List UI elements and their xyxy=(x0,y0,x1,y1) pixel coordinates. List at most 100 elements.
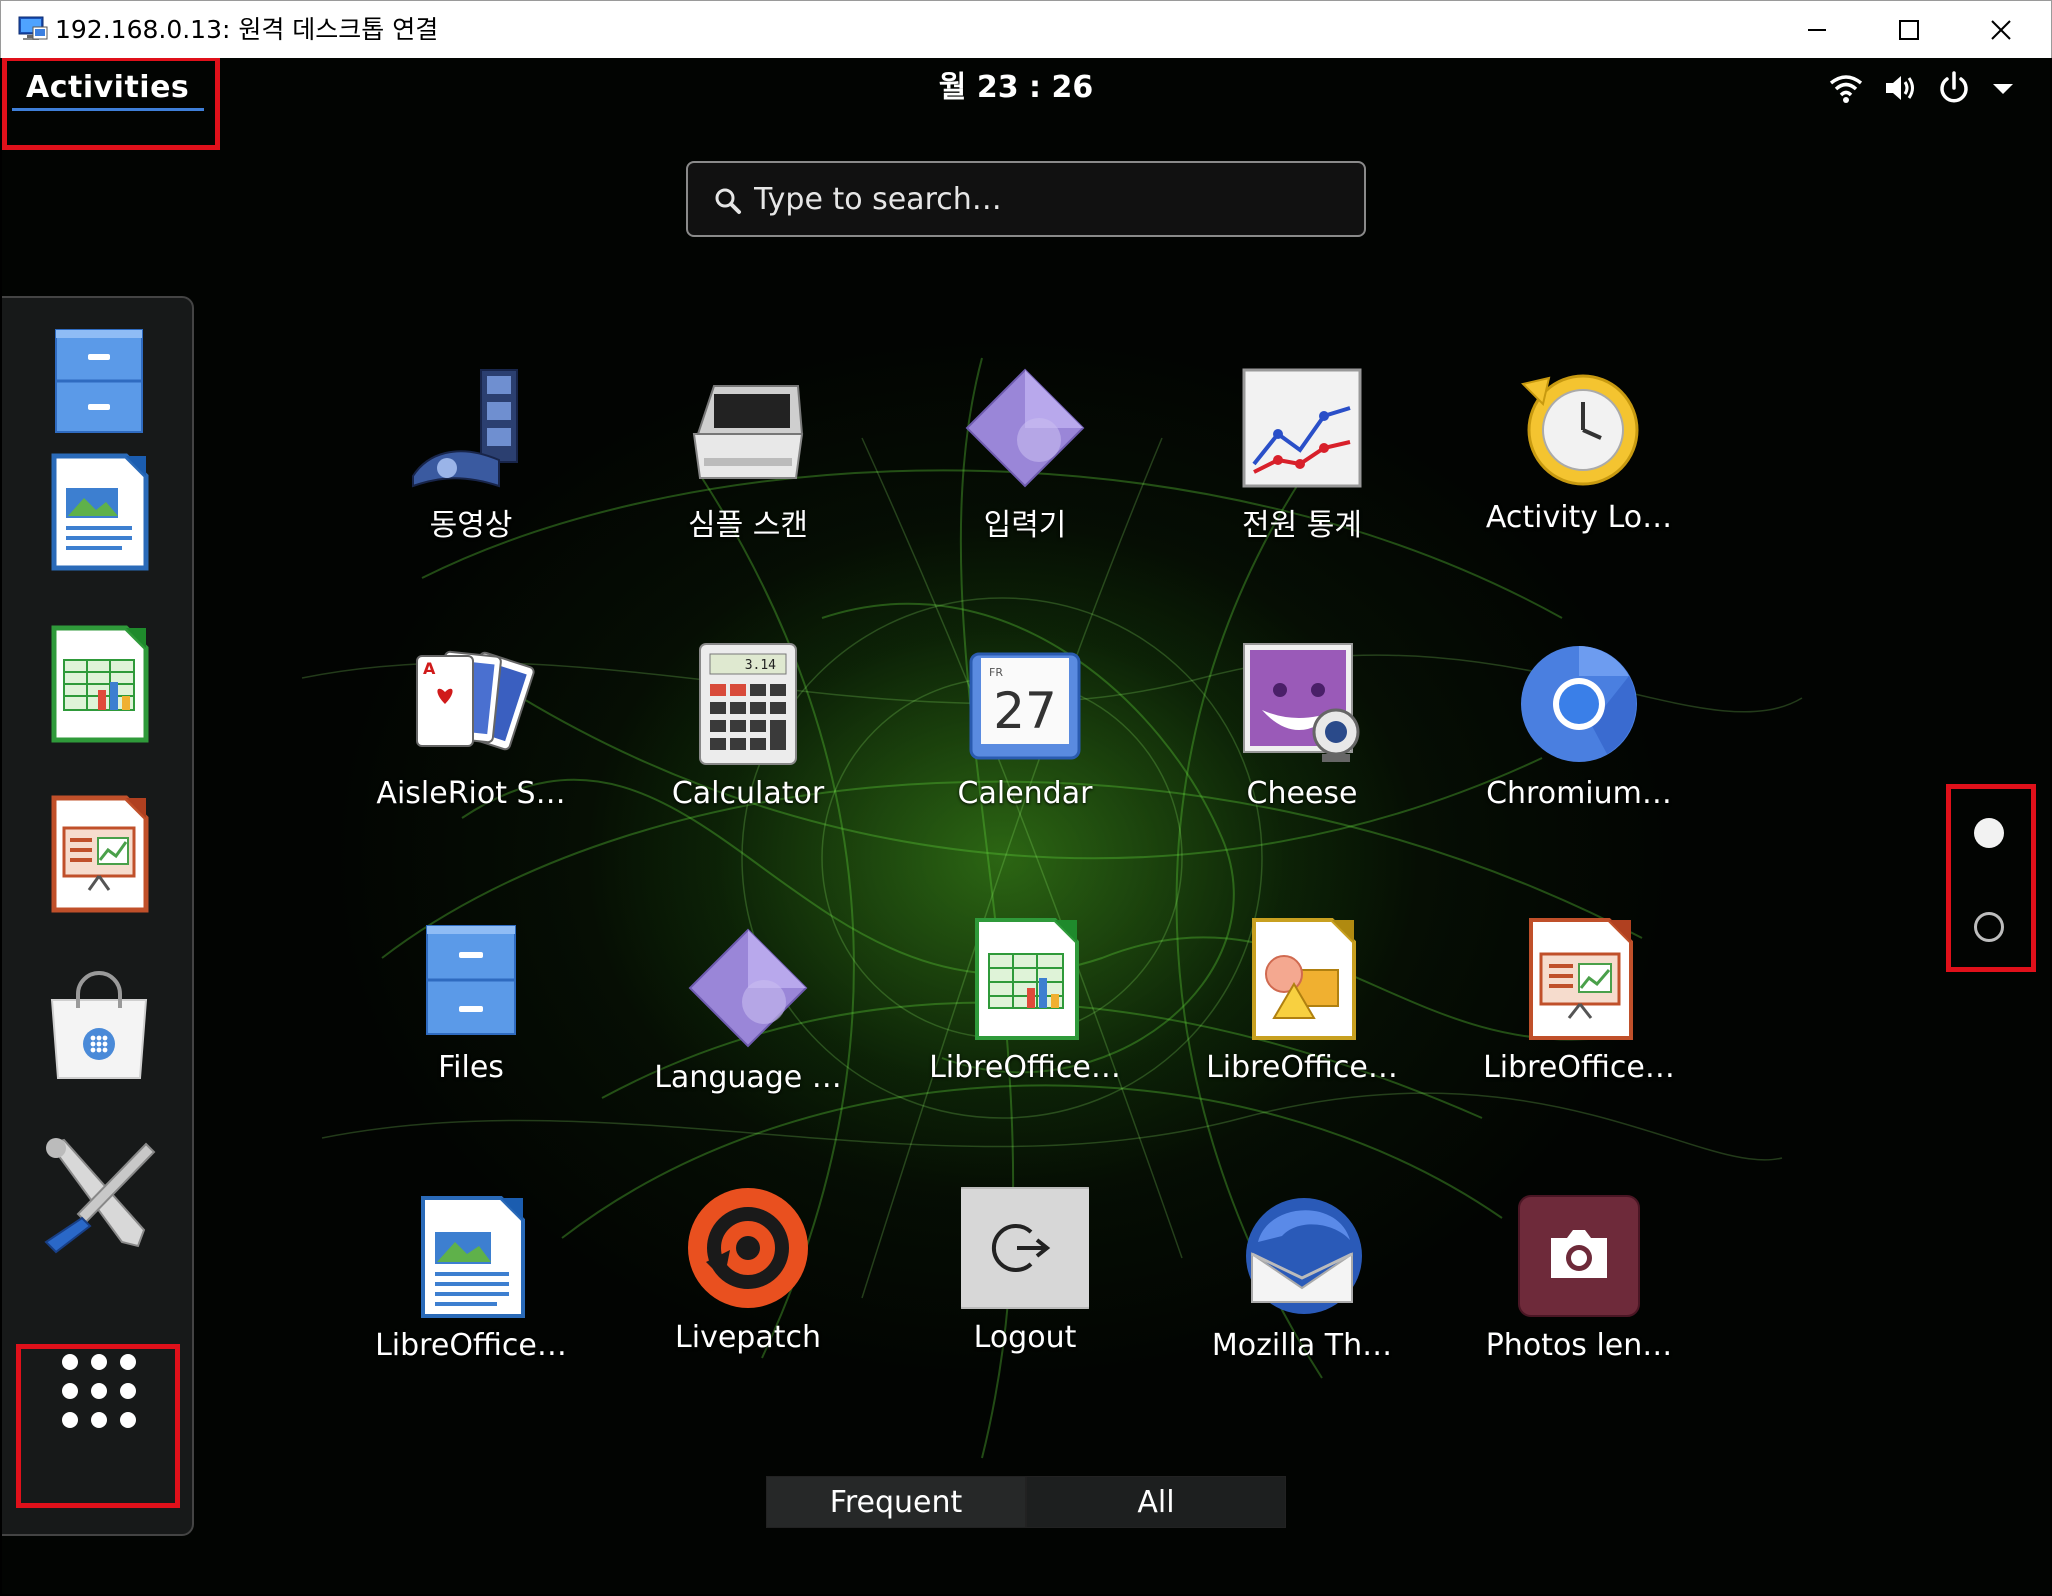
remote-desktop-icon xyxy=(18,16,48,40)
calendar-month: FR xyxy=(989,666,1003,679)
app-label: Livepatch xyxy=(675,1320,821,1355)
writer-document-icon xyxy=(51,453,149,571)
clock[interactable]: 월 23 : 26 xyxy=(2,58,2050,118)
svg-text:A: A xyxy=(423,659,436,678)
app-calendar[interactable]: FR 27 Calendar xyxy=(890,640,1160,870)
app-cheese[interactable]: Cheese xyxy=(1167,640,1437,870)
app-label: Photos len… xyxy=(1485,1328,1673,1363)
minimize-button[interactable] xyxy=(1771,1,1863,59)
highlight-page-indicators xyxy=(1946,784,2036,972)
dash-item-writer[interactable] xyxy=(26,438,172,584)
maximize-button[interactable] xyxy=(1863,1,1955,59)
volume-icon xyxy=(1886,76,1914,100)
app-label: Logout xyxy=(973,1320,1077,1355)
scanner-icon xyxy=(692,385,804,479)
app-label: Cheese xyxy=(1246,776,1358,811)
app-label: Activity Lo… xyxy=(1485,500,1673,535)
highlight-activities xyxy=(2,58,220,150)
app-libreoffice-draw[interactable]: LibreOffice… xyxy=(1167,914,1437,1144)
app-label: Language … xyxy=(654,1060,842,1095)
app-aisleriot[interactable]: A AisleRiot S… xyxy=(336,640,606,870)
search-box[interactable] xyxy=(686,161,1366,237)
cheese-webcam-icon xyxy=(1243,643,1360,762)
status-menu[interactable] xyxy=(1828,68,2016,108)
app-livepatch[interactable]: Livepatch xyxy=(613,1184,883,1414)
view-selector: Frequent All xyxy=(766,1476,1286,1528)
livepatch-icon xyxy=(688,1188,808,1308)
dash-item-files[interactable] xyxy=(26,308,172,454)
app-label: Calculator xyxy=(671,776,825,811)
gnome-top-bar: Activities 월 23 : 26 xyxy=(2,58,2050,118)
app-label: 심플 스캔 xyxy=(688,508,808,543)
close-button[interactable] xyxy=(1955,1,2047,59)
app-label: 전원 통계 xyxy=(1242,508,1362,543)
power-icon xyxy=(1940,71,1968,103)
app-label: Files xyxy=(438,1050,504,1085)
minimize-icon xyxy=(1808,29,1826,31)
input-method-icon xyxy=(965,368,1085,488)
app-label: 입력기 xyxy=(983,508,1067,543)
clock-label: 월 23 : 26 xyxy=(938,70,1094,105)
calculator-display: 3.14 xyxy=(745,658,776,673)
app-label: 동영상 xyxy=(429,508,513,543)
impress-presentation-icon xyxy=(51,795,149,913)
wrench-screwdriver-icon xyxy=(44,1138,156,1254)
app-simple-scan[interactable]: 심플 스캔 xyxy=(613,364,883,594)
draw-shapes-icon xyxy=(1252,918,1356,1040)
dash-item-software[interactable] xyxy=(26,952,172,1098)
tab-all[interactable]: All xyxy=(1026,1476,1286,1528)
wifi-icon xyxy=(1829,75,1863,103)
app-label: LibreOffice… xyxy=(1206,1050,1398,1085)
remote-desktop-view: Activities 월 23 : 26 Type to search… 동영상… xyxy=(2,58,2050,1594)
activity-log-icon xyxy=(1521,374,1639,486)
window-title: 192.168.0.13: 원격 데스크톱 연결 xyxy=(55,15,439,44)
film-reel-icon xyxy=(412,369,518,488)
chevron-down-icon xyxy=(1993,84,2013,94)
app-libreoffice-writer[interactable]: LibreOffice… xyxy=(336,1192,606,1422)
app-power-statistics[interactable]: 전원 통계 xyxy=(1167,364,1437,594)
calendar-day: 27 xyxy=(993,682,1057,740)
app-label: LibreOffice… xyxy=(375,1328,567,1363)
playing-cards-icon: A xyxy=(416,650,535,751)
file-cabinet-icon xyxy=(426,925,516,1035)
thunderbird-icon xyxy=(1246,1198,1362,1314)
app-logout[interactable]: Logout xyxy=(890,1184,1160,1414)
app-files[interactable]: Files xyxy=(336,914,606,1144)
calculator-icon: 3.14 xyxy=(699,643,797,765)
calc-spreadsheet-icon xyxy=(975,918,1079,1040)
close-icon xyxy=(1991,20,2011,40)
app-photos[interactable]: Photos len… xyxy=(1444,1192,1714,1422)
app-videos[interactable]: 동영상 xyxy=(336,364,606,594)
app-label: LibreOffice… xyxy=(1483,1050,1675,1085)
app-input-method[interactable]: 입력기 xyxy=(890,364,1160,594)
app-label: Chromium… xyxy=(1486,776,1672,811)
app-label: AisleRiot S… xyxy=(376,776,566,811)
chromium-icon xyxy=(1521,646,1637,762)
app-calculator[interactable]: 3.14 Calculator xyxy=(613,640,883,870)
impress-presentation-icon xyxy=(1529,918,1633,1040)
search-input[interactable] xyxy=(754,163,1344,235)
app-libreoffice-calc[interactable]: LibreOffice… xyxy=(890,914,1160,1144)
dash-item-settings[interactable] xyxy=(26,1122,172,1268)
logout-icon xyxy=(952,1187,1098,1309)
file-cabinet-icon xyxy=(55,329,143,433)
dash-item-calc[interactable] xyxy=(26,610,172,756)
app-label: Mozilla Th… xyxy=(1211,1328,1393,1363)
tab-frequent[interactable]: Frequent xyxy=(766,1476,1026,1528)
app-language-support[interactable]: Language … xyxy=(613,924,883,1154)
calendar-icon: FR 27 xyxy=(969,652,1081,760)
app-label: Calendar xyxy=(957,776,1093,811)
camera-icon xyxy=(1518,1195,1640,1317)
window-titlebar: 192.168.0.13: 원격 데스크톱 연결 xyxy=(0,0,2052,58)
app-thunderbird[interactable]: Mozilla Th… xyxy=(1167,1192,1437,1422)
shopping-bag-icon xyxy=(50,971,148,1079)
app-chromium[interactable]: Chromium… xyxy=(1444,640,1714,870)
app-activity-log[interactable]: Activity Lo… xyxy=(1444,364,1714,594)
maximize-icon xyxy=(1899,20,1919,40)
power-statistics-icon xyxy=(1242,368,1362,488)
writer-document-icon xyxy=(421,1196,525,1318)
dash-item-impress[interactable] xyxy=(26,780,172,926)
app-label: LibreOffice… xyxy=(929,1050,1121,1085)
app-libreoffice-impress[interactable]: LibreOffice… xyxy=(1444,914,1714,1144)
search-icon xyxy=(715,188,741,214)
